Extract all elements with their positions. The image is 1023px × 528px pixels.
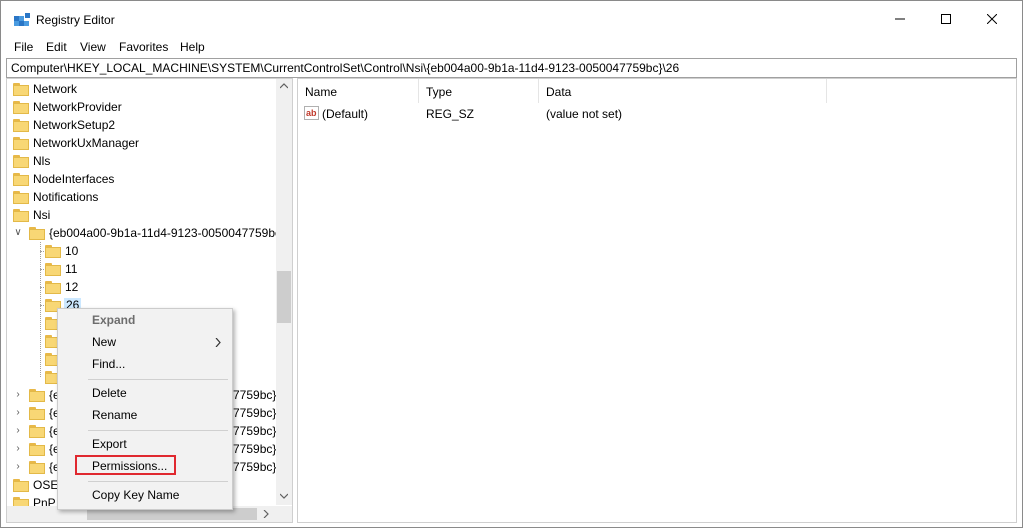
menu-help[interactable]: Help <box>180 40 205 54</box>
chevron-right-icon[interactable]: › <box>13 390 23 400</box>
menu-bar: File Edit View Favorites Help <box>1 37 1022 57</box>
column-header-data[interactable]: Data <box>539 79 827 103</box>
scroll-right-icon[interactable] <box>263 510 269 518</box>
chevron-right-icon[interactable]: › <box>13 444 23 454</box>
context-menu: Expand New Find... Delete Rename Export … <box>57 308 233 510</box>
folder-icon <box>13 497 29 506</box>
folder-icon <box>29 389 45 402</box>
folder-icon <box>29 407 45 420</box>
folder-icon <box>13 209 29 222</box>
value-type: REG_SZ <box>426 107 475 121</box>
value-name: (Default) <box>322 107 369 121</box>
folder-icon <box>29 425 45 438</box>
folder-icon <box>13 83 29 96</box>
tree-item-10[interactable]: 10 <box>7 242 277 260</box>
menu-item-expand[interactable]: Expand <box>58 309 232 331</box>
chevron-right-icon <box>215 338 221 347</box>
menu-view[interactable]: View <box>80 40 106 54</box>
registry-editor-window: Registry Editor File Edit View Favorites… <box>0 0 1023 528</box>
window-title: Registry Editor <box>36 13 115 27</box>
folder-icon <box>45 245 61 258</box>
value-data: (value not set) <box>546 107 623 121</box>
menu-edit[interactable]: Edit <box>46 40 67 54</box>
tree-item-12[interactable]: 12 <box>7 278 277 296</box>
chevron-right-icon[interactable]: › <box>13 426 23 436</box>
folder-icon <box>45 263 61 276</box>
folder-icon <box>29 227 45 240</box>
menu-item-export[interactable]: Export <box>58 433 232 455</box>
tree-item-network[interactable]: Network <box>7 80 277 98</box>
tree-item-notifications[interactable]: Notifications <box>7 188 277 206</box>
menu-item-find[interactable]: Find... <box>58 353 232 375</box>
menu-item-new[interactable]: New <box>58 331 232 353</box>
folder-icon <box>13 155 29 168</box>
title-bar[interactable]: Registry Editor <box>1 1 1022 37</box>
tree-item-networkuxmanager[interactable]: NetworkUxManager <box>7 134 277 152</box>
folder-icon <box>13 119 29 132</box>
menu-separator <box>88 379 228 380</box>
tree-item-networksetup2[interactable]: NetworkSetup2 <box>7 116 277 134</box>
maximize-button[interactable] <box>923 1 969 37</box>
folder-icon <box>29 461 45 474</box>
chevron-right-icon[interactable]: › <box>13 462 23 472</box>
tree-item-nsi[interactable]: Nsi <box>7 206 277 224</box>
tree-vertical-scrollbar[interactable] <box>276 79 292 505</box>
menu-favorites[interactable]: Favorites <box>119 40 168 54</box>
menu-item-rename[interactable]: Rename <box>58 404 232 426</box>
ab-icon: ab <box>304 106 319 120</box>
close-button[interactable] <box>969 1 1015 37</box>
scroll-down-icon[interactable] <box>280 493 288 499</box>
folder-icon <box>13 479 29 492</box>
address-bar[interactable]: Computer\HKEY_LOCAL_MACHINE\SYSTEM\Curre… <box>6 58 1017 78</box>
scroll-up-icon[interactable] <box>280 83 288 89</box>
column-header-type[interactable]: Type <box>419 79 539 103</box>
address-path: Computer\HKEY_LOCAL_MACHINE\SYSTEM\Curre… <box>11 61 680 75</box>
tree-item-eb004a00[interactable]: ∨ {eb004a00-9b1a-11d4-9123-0050047759bc} <box>7 224 285 242</box>
column-header-name[interactable]: Name <box>298 79 419 103</box>
folder-icon <box>29 443 45 456</box>
scroll-corner <box>276 506 292 522</box>
folder-icon <box>13 137 29 150</box>
chevron-down-icon[interactable]: ∨ <box>13 228 23 238</box>
folder-icon <box>13 101 29 114</box>
maximize-icon <box>941 14 951 24</box>
value-row-default[interactable]: ab (Default) REG_SZ (value not set) <box>298 104 998 124</box>
minimize-button[interactable] <box>877 1 923 37</box>
folder-icon <box>13 191 29 204</box>
menu-separator <box>88 430 228 431</box>
folder-icon <box>13 173 29 186</box>
menu-item-copy-key-name[interactable]: Copy Key Name <box>58 484 232 506</box>
close-icon <box>987 14 997 24</box>
menu-item-delete[interactable]: Delete <box>58 382 232 404</box>
tree-item-11[interactable]: 11 <box>7 260 277 278</box>
tree-item-networkprovider[interactable]: NetworkProvider <box>7 98 277 116</box>
tree-item-nodeinterfaces[interactable]: NodeInterfaces <box>7 170 277 188</box>
chevron-right-icon[interactable]: › <box>13 408 23 418</box>
tree-item-nls[interactable]: Nls <box>7 152 277 170</box>
folder-icon <box>45 281 61 294</box>
menu-separator <box>88 481 228 482</box>
permissions-highlight <box>75 455 176 475</box>
menu-file[interactable]: File <box>14 40 33 54</box>
minimize-icon <box>895 18 905 20</box>
registry-icon <box>14 13 30 26</box>
tree-scroll-thumb[interactable] <box>277 271 291 323</box>
values-list-pane[interactable]: Name Type Data ab (Default) REG_SZ (valu… <box>297 78 1017 523</box>
